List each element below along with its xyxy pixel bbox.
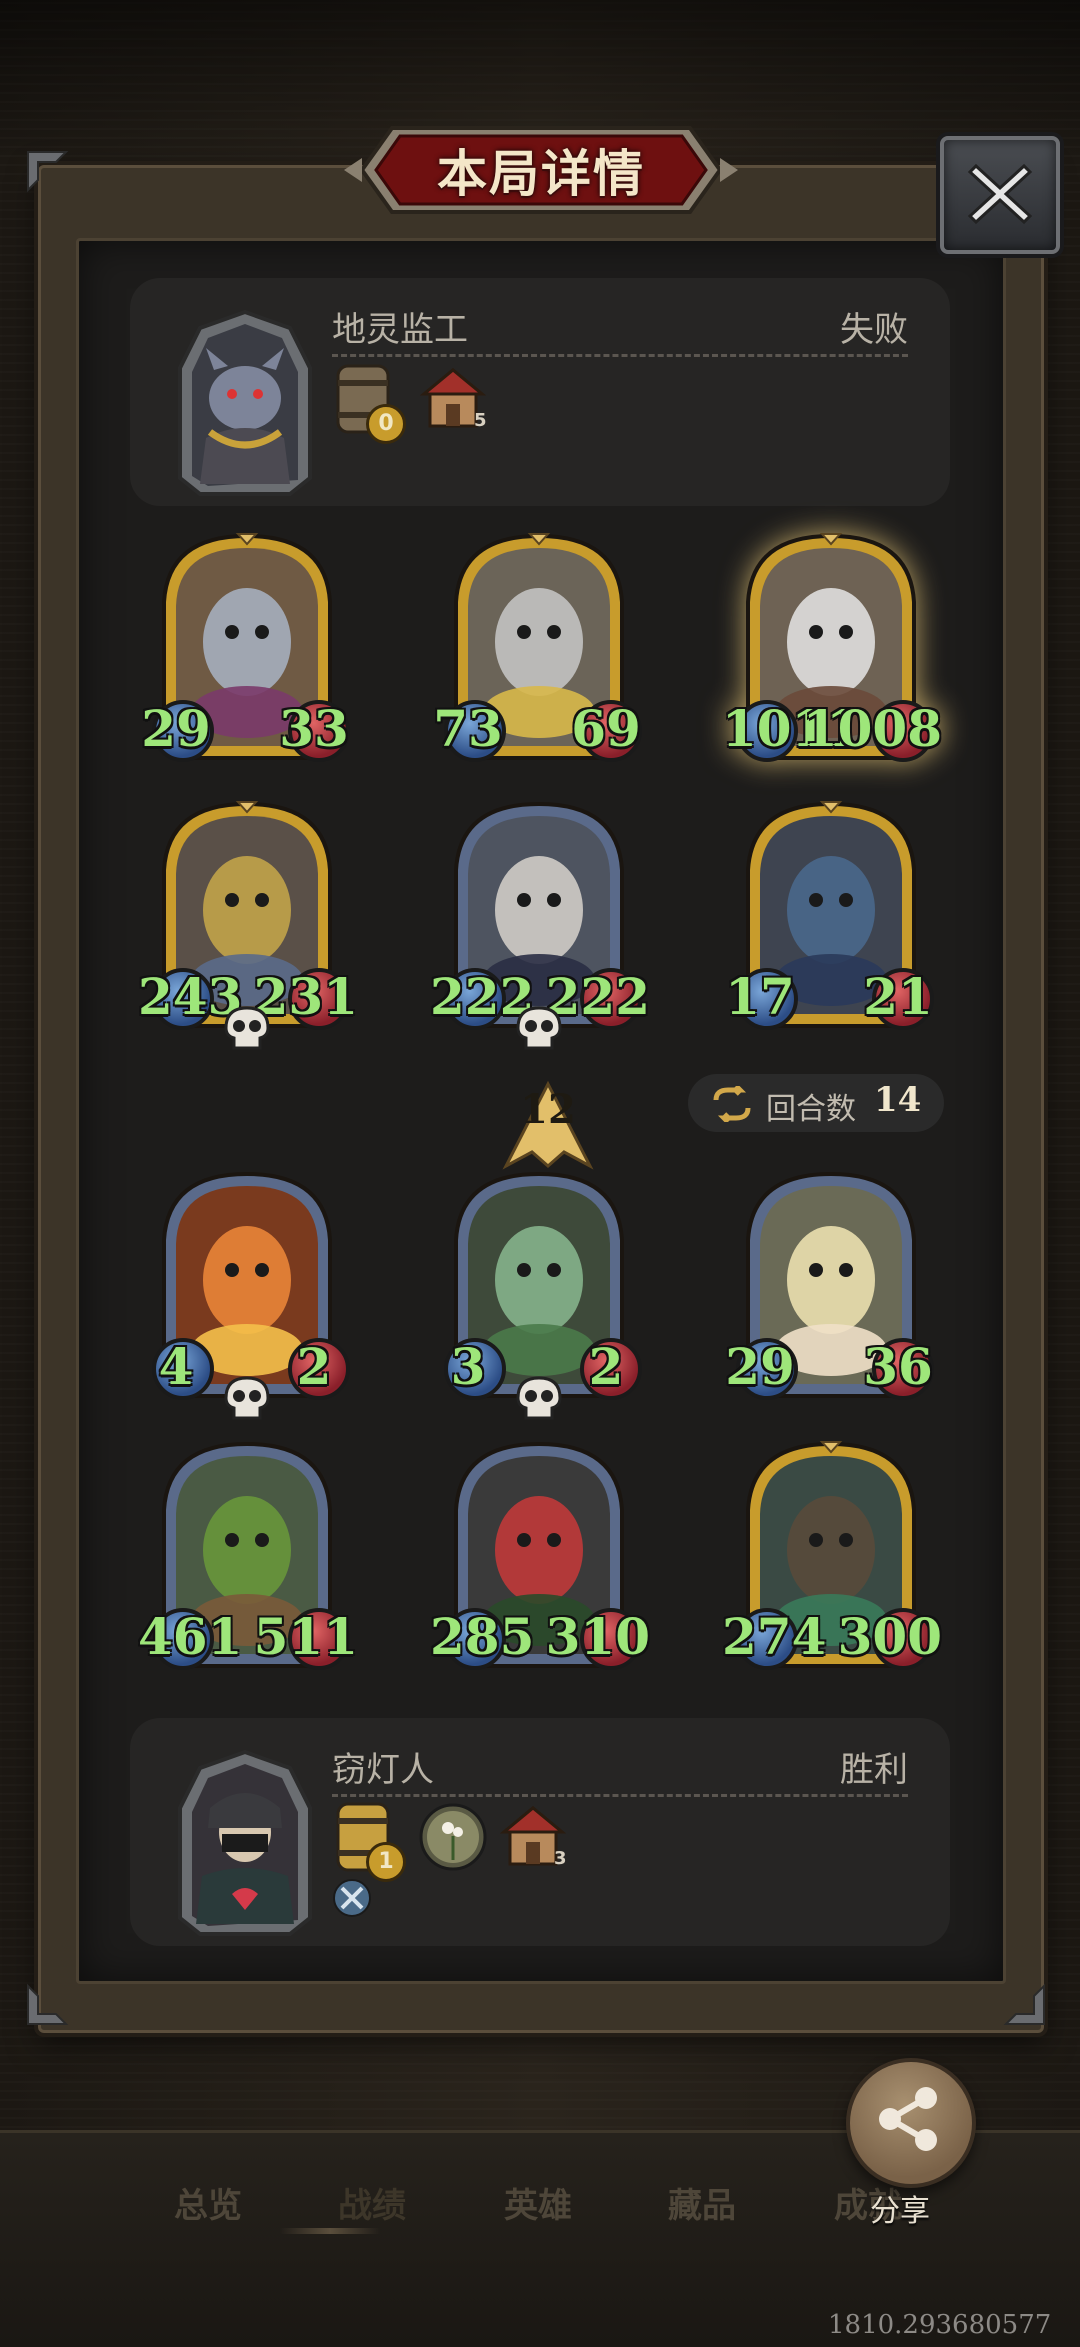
player-flower-token[interactable] — [418, 1802, 488, 1872]
frame-corner-bottom-right — [1000, 1980, 1046, 2026]
player-card[interactable]: 461 511 — [138, 1440, 358, 1670]
player-panel: 窃灯人 胜利 1 3 — [130, 1718, 950, 1946]
skull-icon — [516, 1376, 562, 1420]
attack-value: 29 — [141, 699, 211, 758]
attack-value: 17 — [725, 967, 795, 1026]
health-value: 511 — [253, 1607, 358, 1666]
opponent-card[interactable]: 222 222 — [430, 800, 650, 1050]
health-value: 300 — [837, 1607, 942, 1666]
frame-corner-top-left — [26, 150, 72, 196]
player-card[interactable]: 32 — [444, 1170, 642, 1420]
close-icon — [967, 163, 1033, 225]
skull-icon — [516, 1006, 562, 1050]
player-skill-token[interactable] — [332, 1878, 372, 1918]
skull-icon — [224, 1376, 270, 1420]
player-card[interactable]: 274 300 — [722, 1440, 942, 1670]
crossed-swords-icon — [333, 1879, 371, 1917]
share-icon — [879, 2087, 937, 2151]
level-badge-value: 12 — [520, 1086, 576, 1133]
flower-icon — [419, 1803, 487, 1871]
attack-value: 4 — [158, 1337, 194, 1396]
opponent-card[interactable]: 1011 1008 — [722, 532, 942, 762]
attack-value: 73 — [433, 699, 503, 758]
attack-value: 274 — [722, 1607, 827, 1666]
divider — [332, 354, 908, 357]
page-title: 本局详情 — [437, 145, 645, 203]
opponent-gold-token[interactable]: 0 — [330, 360, 406, 444]
opponent-result: 失败 — [840, 310, 908, 350]
close-button[interactable] — [940, 136, 1060, 254]
player-name: 窃灯人 — [332, 1750, 434, 1790]
player-card[interactable]: 285 310 — [430, 1440, 650, 1670]
round-value: 14 — [874, 1080, 922, 1120]
opponent-name: 地灵监工 — [332, 310, 468, 350]
gold-count: 1 — [366, 1842, 406, 1882]
health-value: 36 — [863, 1337, 933, 1396]
round-label: 回合数 — [766, 1092, 856, 1127]
refresh-icon — [713, 1086, 751, 1122]
health-value: 33 — [279, 699, 349, 758]
attack-value: 285 — [430, 1607, 535, 1666]
round-counter: 回合数 14 — [688, 1074, 944, 1132]
player-house-token[interactable]: 3 — [500, 1804, 567, 1870]
health-value: 21 — [863, 967, 933, 1026]
nav-record[interactable]: 战绩 — [338, 2178, 406, 2227]
health-value: 2 — [588, 1337, 624, 1396]
frame-corner-bottom-left — [26, 1980, 72, 2026]
player-result: 胜利 — [840, 1750, 908, 1790]
share-label: 分享 — [870, 2194, 930, 2229]
player-card[interactable]: 42 — [152, 1170, 350, 1420]
nav-heroes[interactable]: 英雄 — [504, 2178, 572, 2227]
opponent-card[interactable]: 73 69 — [433, 532, 642, 762]
share-button[interactable] — [846, 2058, 976, 2188]
opponent-avatar[interactable] — [170, 308, 320, 498]
player-gold-token[interactable]: 1 — [330, 1798, 406, 1882]
coordinate-readout: 1810.293680577 — [828, 2310, 1052, 2340]
attack-value: 3 — [450, 1337, 486, 1396]
opponent-card[interactable]: 243 231 — [138, 800, 358, 1050]
health-value: 310 — [545, 1607, 650, 1666]
house-level: 5 — [474, 410, 487, 431]
skull-icon — [224, 1006, 270, 1050]
title-plaque: 本局详情 — [342, 124, 740, 216]
attack-value: 29 — [725, 1337, 795, 1396]
opponent-house-token[interactable]: 5 — [420, 366, 487, 432]
player-avatar[interactable] — [170, 1748, 320, 1938]
gold-count: 0 — [366, 404, 406, 444]
nav-active-indicator — [280, 2228, 380, 2234]
attack-value: 461 — [138, 1607, 243, 1666]
opponent-card[interactable]: 17 21 — [725, 800, 934, 1030]
health-value: 69 — [571, 699, 641, 758]
health-value: 2 — [296, 1337, 332, 1396]
player-card[interactable]: 29 36 — [725, 1170, 934, 1400]
nav-overview[interactable]: 总览 — [174, 2178, 242, 2227]
nav-collection[interactable]: 藏品 — [668, 2178, 736, 2227]
opponent-card[interactable]: 29 33 — [141, 532, 350, 762]
health-value: 1008 — [802, 699, 942, 758]
house-level: 3 — [554, 1848, 567, 1869]
divider — [332, 1794, 908, 1797]
opponent-panel: 地灵监工 失败 0 5 — [130, 278, 950, 506]
